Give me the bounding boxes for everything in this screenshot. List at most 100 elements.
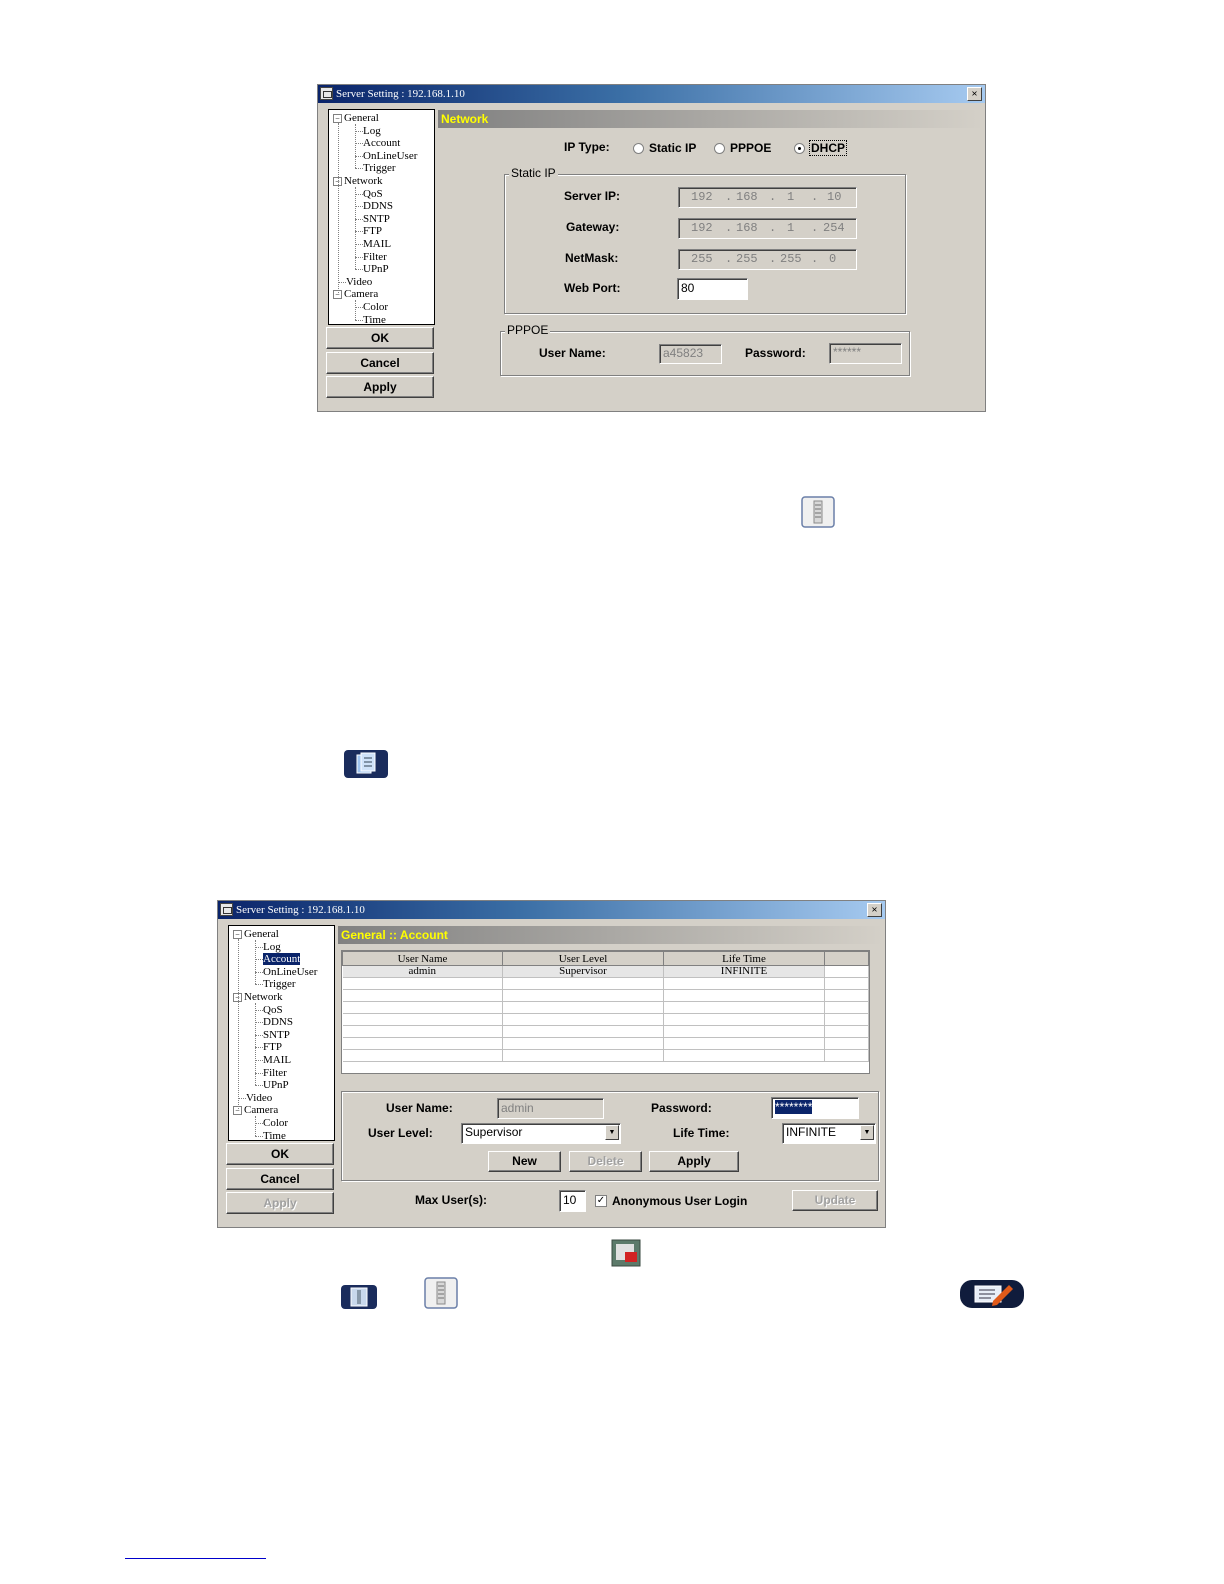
radio-pppoe-label[interactable]: PPPOE (730, 141, 771, 155)
tree-connector (338, 281, 346, 283)
tree-item-upnp[interactable]: UPnP (363, 263, 389, 275)
tree-item-log[interactable]: Log (363, 125, 381, 137)
anonymous-login-checkbox[interactable]: ✓ (595, 1195, 607, 1207)
tree-item-ddns[interactable]: DDNS (363, 200, 393, 212)
tree-item-qos[interactable]: QoS (263, 1004, 283, 1016)
tree-item-time[interactable]: Time (263, 1130, 286, 1142)
chevron-down-icon[interactable]: ▼ (860, 1125, 874, 1140)
collapse-icon[interactable]: − (233, 930, 242, 939)
tree-item-account[interactable]: Account (263, 953, 301, 966)
tree-connector (255, 1135, 263, 1137)
tree-item-ftp[interactable]: FTP (363, 225, 382, 237)
tree-item-onlineuser[interactable]: OnLineUser (263, 966, 317, 978)
life-time-select[interactable]: INFINITE ▼ (782, 1123, 876, 1144)
anonymous-login-label[interactable]: Anonymous User Login (612, 1194, 747, 1208)
tree-connector (255, 1123, 263, 1124)
tree-item-sntp[interactable]: SNTP (363, 213, 390, 225)
password-selected-text: ******** (775, 1100, 813, 1114)
radio-dhcp[interactable] (794, 143, 805, 154)
tree-item-mail[interactable]: MAIL (263, 1054, 291, 1066)
tree-item-ddns[interactable]: DDNS (263, 1016, 293, 1028)
tree-item-label: Color (263, 1117, 289, 1129)
app-icon (320, 87, 333, 100)
tree-item-video[interactable]: Video (346, 276, 372, 288)
tree-item-mail[interactable]: MAIL (363, 238, 391, 250)
user-level-select[interactable]: Supervisor ▼ (461, 1123, 621, 1144)
tree-item-network[interactable]: − Network (233, 991, 283, 1003)
tree-connector (355, 218, 363, 220)
apply-user-button[interactable]: Apply (649, 1151, 739, 1172)
radio-pppoe[interactable] (714, 143, 725, 154)
tree-connector (355, 130, 363, 132)
network-window-titlebar[interactable]: Server Setting : 192.168.1.10 × (318, 85, 985, 103)
max-users-input[interactable]: 10 (559, 1190, 586, 1212)
tree-item-label: UPnP (263, 1079, 289, 1092)
tree-item-color[interactable]: Color (363, 301, 388, 313)
radio-static-ip[interactable] (633, 143, 644, 154)
pppoe-user-name-label: User Name: (539, 346, 606, 360)
tree-item-filter[interactable]: Filter (263, 1067, 287, 1079)
ip-dot: . (725, 221, 733, 235)
table-row[interactable] (342, 1037, 869, 1050)
close-icon[interactable]: × (967, 87, 982, 101)
column-header-user-name[interactable]: User Name (342, 951, 503, 966)
tree-item-general[interactable]: − General (233, 928, 279, 940)
pppoe-password-label: Password: (745, 346, 806, 360)
tree-item-camera[interactable]: − Camera (233, 1104, 278, 1116)
radio-static-ip-label[interactable]: Static IP (649, 141, 696, 155)
tree-item-ftp[interactable]: FTP (263, 1041, 282, 1053)
column-header-user-level[interactable]: User Level (502, 951, 664, 966)
tree-item-log[interactable]: Log (263, 941, 281, 953)
exit-icon (611, 1239, 641, 1267)
window-title: Server Setting : 192.168.1.10 (336, 88, 465, 100)
tree-connector (355, 307, 363, 308)
tree-item-filter[interactable]: Filter (363, 251, 387, 263)
tree-item-label: OnLineUser (263, 965, 318, 978)
tree-item-label: Filter (263, 1066, 287, 1079)
close-icon[interactable]: × (867, 903, 882, 917)
cancel-button[interactable]: Cancel (326, 352, 434, 374)
tree-item-camera[interactable]: − Camera (333, 288, 378, 300)
cancel-button[interactable]: Cancel (226, 1168, 334, 1190)
table-row[interactable] (342, 1049, 869, 1062)
tree-connector (338, 123, 339, 294)
web-port-input[interactable]: 80 (677, 278, 748, 300)
tree-connector (255, 1047, 263, 1049)
tree-item-trigger[interactable]: Trigger (363, 162, 396, 174)
ok-button[interactable]: OK (326, 327, 434, 349)
tree-item-time[interactable]: Time (363, 314, 386, 326)
tree-item-upnp[interactable]: UPnP (263, 1079, 289, 1091)
table-row[interactable] (342, 989, 869, 1002)
edit-icon (960, 1280, 1024, 1308)
new-button[interactable]: New (488, 1151, 561, 1172)
collapse-icon[interactable]: − (333, 114, 342, 123)
tree-item-network[interactable]: − Network (333, 175, 383, 187)
tree-item-trigger[interactable]: Trigger (263, 978, 296, 990)
chevron-down-icon[interactable]: ▼ (605, 1125, 619, 1140)
tree-item-general[interactable]: − General (333, 112, 379, 124)
apply-button[interactable]: Apply (226, 1192, 334, 1214)
tree-item-qos[interactable]: QoS (363, 188, 383, 200)
tree-item-account[interactable]: Account (363, 137, 400, 149)
password-input[interactable]: ******** (771, 1097, 859, 1119)
table-row[interactable] (342, 1001, 869, 1014)
account-window-titlebar[interactable]: Server Setting : 192.168.1.10 × (218, 901, 885, 919)
tree-item-color[interactable]: Color (263, 1117, 288, 1129)
tree-item-sntp[interactable]: SNTP (263, 1029, 290, 1041)
apply-button[interactable]: Apply (326, 376, 434, 398)
ok-button[interactable]: OK (226, 1143, 334, 1165)
ip-dot: . (769, 252, 777, 266)
column-header-life-time[interactable]: Life Time (663, 951, 825, 966)
update-button[interactable]: Update (792, 1190, 878, 1211)
radio-dhcp-label[interactable]: DHCP (809, 140, 848, 156)
delete-button[interactable]: Delete (569, 1151, 642, 1172)
tree-item-onlineuser[interactable]: OnLineUser (363, 150, 417, 162)
table-row[interactable]: admin Supervisor INFINITE (342, 965, 869, 978)
tree-connector (355, 244, 363, 245)
table-row[interactable] (342, 977, 869, 990)
tree-connector (255, 1034, 263, 1036)
tree-connector (355, 319, 363, 321)
tree-item-video[interactable]: Video (246, 1092, 272, 1104)
table-row[interactable] (342, 1013, 869, 1026)
table-row[interactable] (342, 1025, 869, 1038)
